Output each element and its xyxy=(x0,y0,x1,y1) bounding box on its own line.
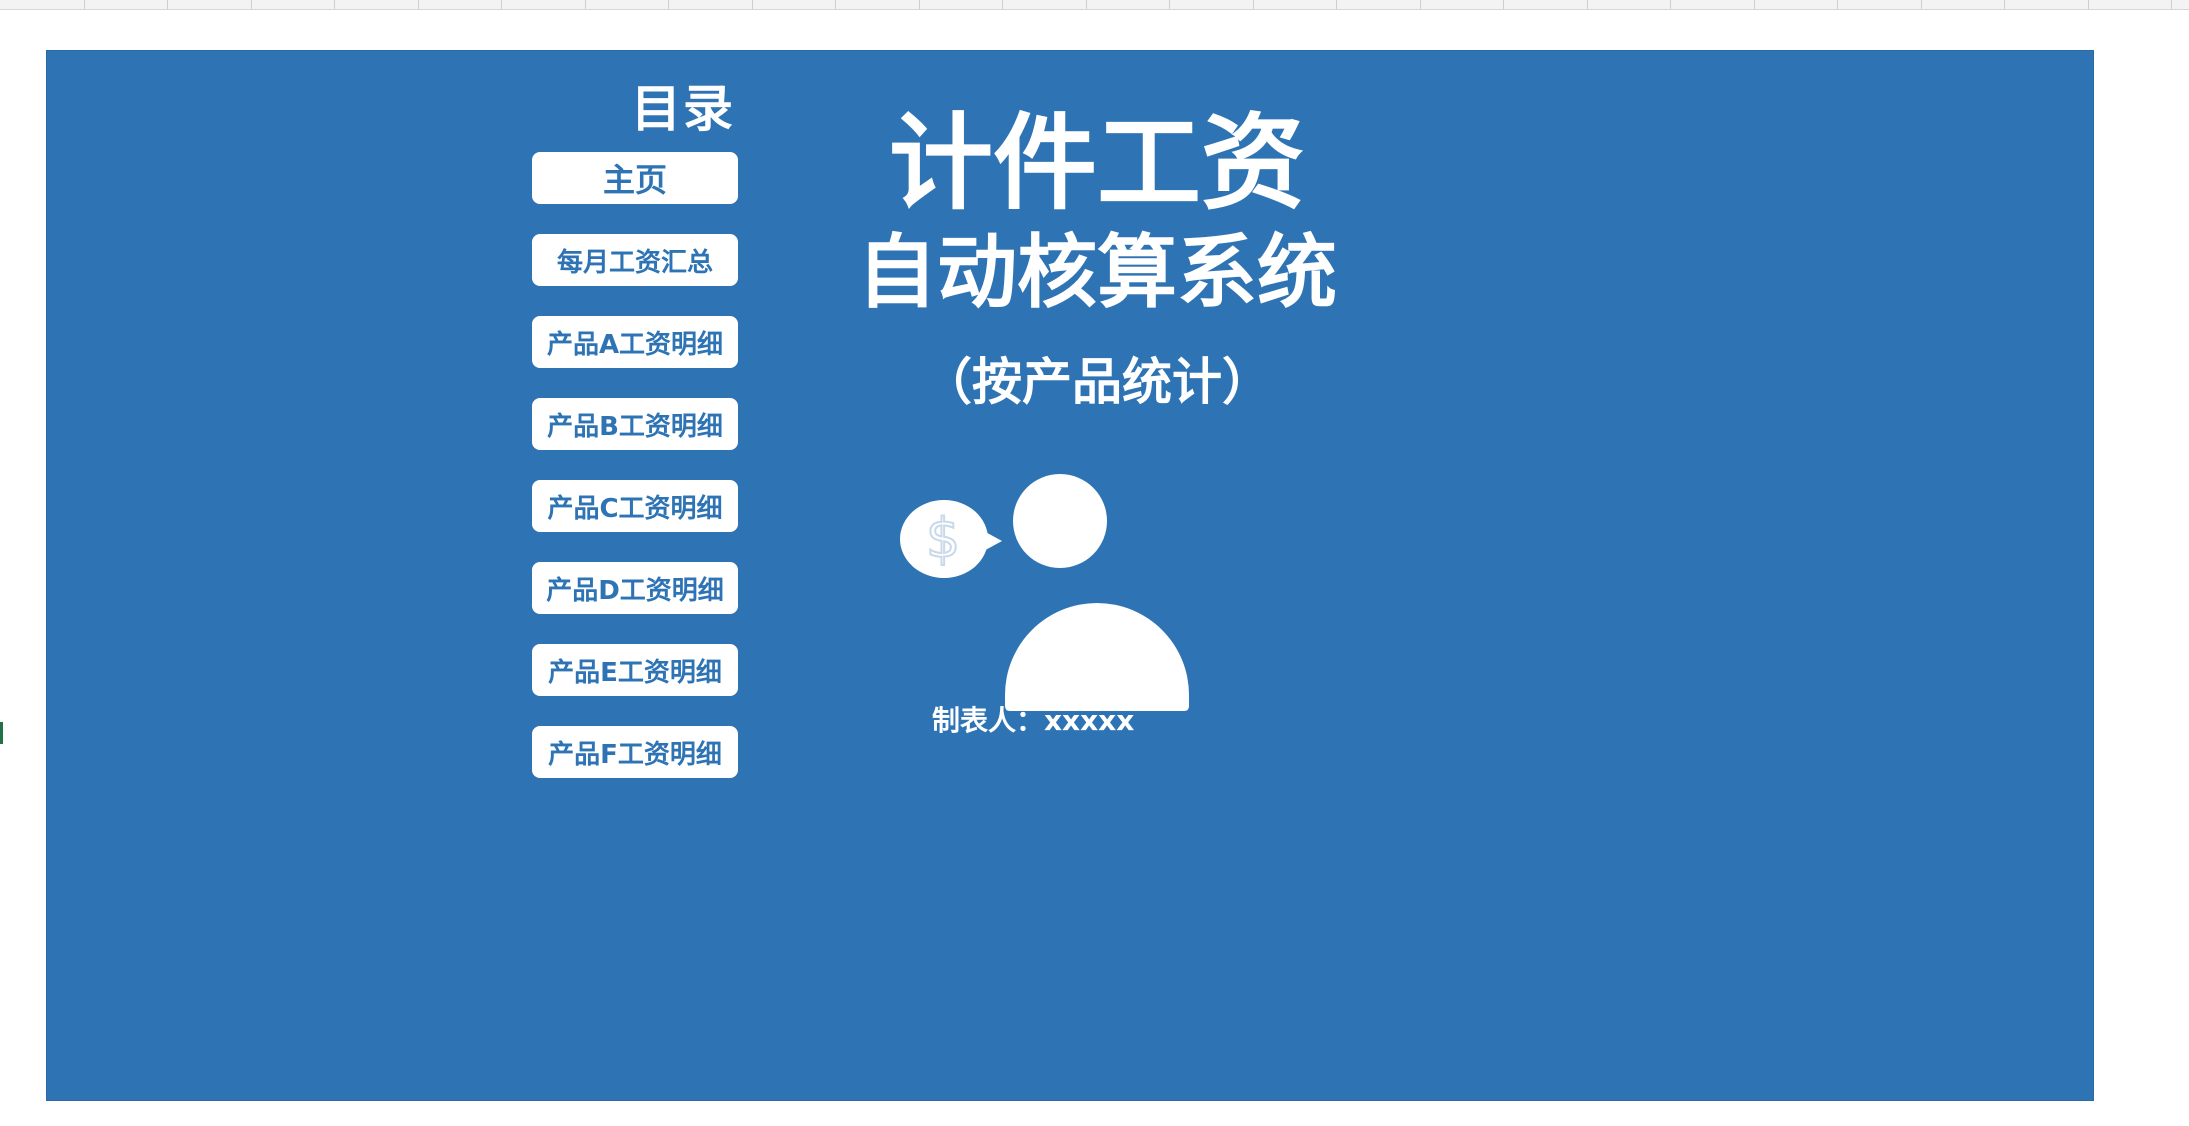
nav-button-product-d[interactable]: 产品D工资明细 xyxy=(532,562,738,614)
nav-button-product-c[interactable]: 产品C工资明细 xyxy=(532,480,738,532)
ruler-tick xyxy=(2171,0,2172,9)
ruler-tick xyxy=(2004,0,2005,9)
selected-row-marker xyxy=(0,722,3,744)
person-body-icon xyxy=(1005,603,1189,711)
ruler-tick xyxy=(668,0,669,9)
ruler-tick xyxy=(1420,0,1421,9)
ruler-tick xyxy=(1086,0,1087,9)
ruler-tick xyxy=(1002,0,1003,9)
ruler-tick xyxy=(585,0,586,9)
ruler-tick xyxy=(418,0,419,9)
page-title-note: （按产品统计） xyxy=(922,353,1272,411)
ruler-tick xyxy=(1253,0,1254,9)
column-ruler xyxy=(0,0,2189,10)
navigation-menu: 主页 每月工资汇总 产品A工资明细 产品B工资明细 产品C工资明细 产品D工资明… xyxy=(532,152,738,808)
dollar-speech-bubble-icon: $ xyxy=(900,500,1002,578)
ruler-tick xyxy=(1754,0,1755,9)
ruler-tick xyxy=(1336,0,1337,9)
page-subtitle: 自动核算系统 xyxy=(857,226,1337,319)
nav-button-monthly-summary[interactable]: 每月工资汇总 xyxy=(532,234,738,286)
page-title: 计件工资 xyxy=(888,102,1305,224)
nav-button-product-f[interactable]: 产品F工资明细 xyxy=(532,726,738,778)
dashboard-canvas: 目录 主页 每月工资汇总 产品A工资明细 产品B工资明细 产品C工资明细 产品D… xyxy=(47,51,2093,1100)
person-head-icon xyxy=(1013,474,1107,568)
ruler-tick xyxy=(1169,0,1170,9)
nav-button-home[interactable]: 主页 xyxy=(532,152,738,204)
ruler-tick xyxy=(1837,0,1838,9)
ruler-tick xyxy=(1587,0,1588,9)
dollar-symbol: $ xyxy=(926,507,960,570)
ruler-tick xyxy=(334,0,335,9)
ruler-tick xyxy=(1670,0,1671,9)
ruler-tick xyxy=(1921,0,1922,9)
menu-title: 目录 xyxy=(631,80,735,138)
ruler-tick xyxy=(752,0,753,9)
person-with-dollar-speech-bubble-icon: $ xyxy=(900,474,1189,711)
ruler-tick xyxy=(2088,0,2089,9)
ruler-tick xyxy=(501,0,502,9)
ruler-tick xyxy=(167,0,168,9)
ruler-tick xyxy=(835,0,836,9)
ruler-tick xyxy=(84,0,85,9)
nav-button-product-e[interactable]: 产品E工资明细 xyxy=(532,644,738,696)
ruler-tick xyxy=(251,0,252,9)
ruler-tick xyxy=(1503,0,1504,9)
nav-button-product-b[interactable]: 产品B工资明细 xyxy=(532,398,738,450)
ruler-tick xyxy=(919,0,920,9)
nav-button-product-a[interactable]: 产品A工资明细 xyxy=(532,316,738,368)
maker-label: 制表人：xxxxx xyxy=(932,704,1135,737)
